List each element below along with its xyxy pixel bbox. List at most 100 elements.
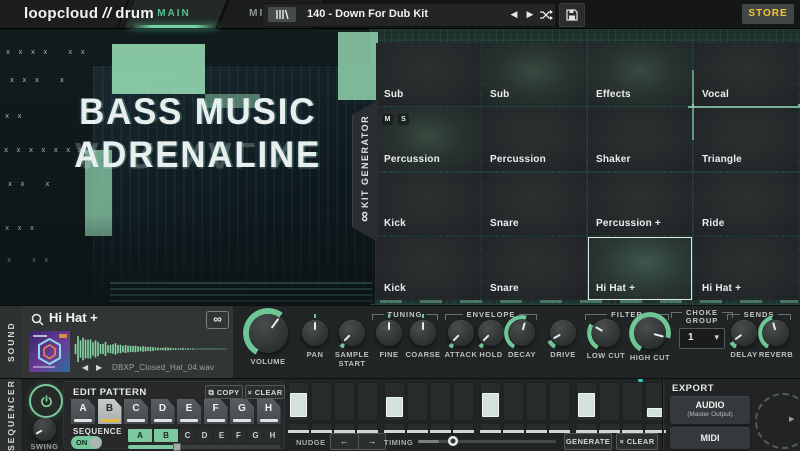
- drum-pad-hi-hat-14[interactable]: Hi Hat +: [588, 237, 692, 300]
- drum-pad-percussion-10[interactable]: Percussion +: [588, 173, 692, 236]
- store-button[interactable]: STORE: [742, 4, 794, 24]
- copy-pattern-button[interactable]: ⧉ COPY: [205, 385, 243, 399]
- high-cut-knob[interactable]: [634, 317, 666, 349]
- sequencer-power-button[interactable]: [29, 384, 63, 418]
- pattern-button-h[interactable]: H: [257, 399, 281, 424]
- pattern-button-a[interactable]: A: [71, 399, 95, 424]
- velocity-cell-10[interactable]: [503, 423, 524, 434]
- solo-button[interactable]: S: [398, 114, 409, 125]
- save-preset-button[interactable]: [559, 3, 585, 27]
- hold-knob[interactable]: [478, 320, 504, 346]
- generate-button[interactable]: GENERATE: [564, 433, 612, 450]
- sample-start-knob[interactable]: [339, 320, 365, 346]
- step-cell-14[interactable]: [599, 382, 620, 421]
- fine-knob[interactable]: [376, 320, 402, 346]
- sequence-slot-h[interactable]: H: [265, 429, 280, 442]
- drum-pad-kick-8[interactable]: Kick: [376, 173, 480, 236]
- prev-sample-button[interactable]: ◀: [82, 363, 88, 372]
- velocity-cell-7[interactable]: [430, 423, 451, 434]
- export-midi-button[interactable]: MIDI: [670, 427, 750, 449]
- decay-knob[interactable]: [509, 320, 535, 346]
- step-cell-13[interactable]: [576, 382, 597, 421]
- sequence-slot-d[interactable]: D: [197, 429, 212, 442]
- drum-pad-snare-9[interactable]: Snare: [482, 173, 586, 236]
- volume-knob[interactable]: [248, 313, 288, 353]
- mute-button[interactable]: M: [382, 114, 393, 125]
- timing-slider-handle[interactable]: [448, 436, 458, 446]
- drum-pad-percussion-5[interactable]: Percussion: [482, 108, 586, 171]
- pattern-button-f[interactable]: F: [204, 399, 228, 424]
- tab-main[interactable]: MAIN: [130, 0, 218, 28]
- preset-next-button[interactable]: ▶: [523, 4, 537, 25]
- pattern-button-e[interactable]: E: [177, 399, 201, 424]
- attack-knob[interactable]: [448, 320, 474, 346]
- sequence-slot-b[interactable]: B: [154, 429, 178, 442]
- steps-clear-button[interactable]: × CLEAR: [616, 433, 658, 450]
- infinity-button[interactable]: ∞: [206, 311, 229, 329]
- sequence-slot-f[interactable]: F: [231, 429, 246, 442]
- step-cell-11[interactable]: [526, 382, 547, 421]
- step-cell-10[interactable]: [503, 382, 524, 421]
- sequence-on-toggle[interactable]: ON: [71, 436, 102, 449]
- reverb-knob[interactable]: [763, 320, 789, 346]
- nudge-right-button[interactable]: →: [359, 434, 386, 449]
- velocity-cell-11[interactable]: [526, 423, 547, 434]
- drum-pad-vocal-3[interactable]: Vocal: [694, 43, 798, 106]
- drum-pad-triangle-7[interactable]: Triangle: [694, 108, 798, 171]
- sequence-slot-a[interactable]: A: [128, 429, 152, 442]
- pattern-button-b[interactable]: B: [98, 399, 122, 424]
- drum-pad-hi-hat-15[interactable]: Hi Hat +: [694, 237, 798, 300]
- kit-generator-tab[interactable]: ∞ KIT GENERATOR: [352, 100, 378, 242]
- drive-knob[interactable]: [550, 320, 576, 346]
- clear-pattern-button[interactable]: × CLEAR: [245, 385, 285, 399]
- sequence-slot-g[interactable]: G: [248, 429, 263, 442]
- step-cell-4[interactable]: [357, 382, 378, 421]
- export-audio-button[interactable]: AUDIO (Master Output): [670, 396, 750, 424]
- step-cell-3[interactable]: [334, 382, 355, 421]
- step-cell-12[interactable]: [549, 382, 570, 421]
- library-button[interactable]: [268, 7, 296, 22]
- velocity-cell-2[interactable]: [311, 423, 332, 434]
- step-cell-8[interactable]: [453, 382, 474, 421]
- pan-knob[interactable]: [302, 320, 328, 346]
- swing-knob[interactable]: [33, 418, 56, 441]
- drum-pad-sub-1[interactable]: Sub: [482, 43, 586, 106]
- velocity-cell-1[interactable]: [288, 423, 309, 434]
- pattern-button-c[interactable]: C: [124, 399, 148, 424]
- step-cell-15[interactable]: [622, 382, 643, 421]
- choke-group-dropdown[interactable]: 1 ▾: [679, 328, 725, 349]
- drum-pad-snare-13[interactable]: Snare: [482, 237, 586, 300]
- delay-knob[interactable]: [731, 320, 757, 346]
- timing-slider[interactable]: [418, 440, 556, 443]
- velocity-cell-9[interactable]: [480, 423, 501, 434]
- sequence-slot-e[interactable]: E: [214, 429, 229, 442]
- velocity-cell-8[interactable]: [453, 423, 474, 434]
- next-sample-button[interactable]: ▶: [96, 363, 102, 372]
- drum-pad-sub-0[interactable]: Sub: [376, 43, 480, 106]
- drum-pad-ride-11[interactable]: Ride: [694, 173, 798, 236]
- step-cell-6[interactable]: [407, 382, 428, 421]
- drum-pad-shaker-6[interactable]: Shaker: [588, 108, 692, 171]
- step-cell-7[interactable]: [430, 382, 451, 421]
- step-cell-5[interactable]: [384, 382, 405, 421]
- shuffle-button[interactable]: [539, 8, 553, 22]
- pattern-button-g[interactable]: G: [230, 399, 254, 424]
- preset-name[interactable]: 140 - Down For Dub Kit: [307, 4, 428, 25]
- drum-pad-effects-2[interactable]: Effects: [588, 43, 692, 106]
- nudge-left-button[interactable]: ←: [331, 434, 359, 449]
- velocity-cell-5[interactable]: [384, 423, 405, 434]
- step-cell-2[interactable]: [311, 382, 332, 421]
- preset-prev-button[interactable]: ◀: [507, 4, 521, 25]
- sequence-slider-handle[interactable]: [173, 443, 181, 451]
- step-cell-9[interactable]: [480, 382, 501, 421]
- low-cut-knob[interactable]: [592, 319, 620, 347]
- drum-pad-kick-12[interactable]: Kick: [376, 237, 480, 300]
- pack-artwork[interactable]: [29, 331, 70, 372]
- step-cell-1[interactable]: [288, 382, 309, 421]
- pattern-button-d[interactable]: D: [151, 399, 175, 424]
- velocity-cell-6[interactable]: [407, 423, 428, 434]
- drum-pad-percussion-4[interactable]: MSPercussion: [376, 108, 480, 171]
- sequence-slot-c[interactable]: C: [180, 429, 195, 442]
- sequence-length-slider[interactable]: [128, 445, 280, 449]
- coarse-knob[interactable]: [410, 320, 436, 346]
